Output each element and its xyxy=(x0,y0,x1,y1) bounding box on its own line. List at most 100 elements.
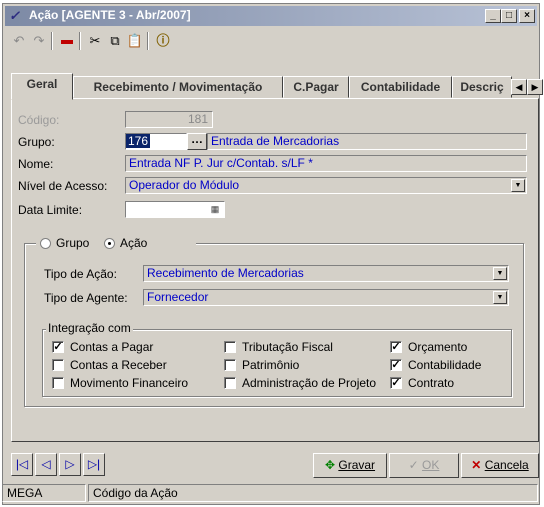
mega-logo-icon[interactable]: ✓ xyxy=(9,8,25,24)
undo-icon[interactable]: ↶ xyxy=(9,31,29,51)
previous-record-icon[interactable]: ◁ xyxy=(35,453,57,476)
codigo-field: 181 xyxy=(125,111,213,128)
redo-icon[interactable]: ↷ xyxy=(29,31,49,51)
tab-geral[interactable]: Geral xyxy=(11,73,73,100)
check-icon: ✓ xyxy=(53,341,63,353)
minimize-button[interactable]: _ xyxy=(485,9,501,23)
tab-label: Contabilidade xyxy=(360,80,441,94)
ok-check-icon: ✓ xyxy=(408,458,419,472)
nivel-acesso-value: Operador do Módulo xyxy=(129,178,240,192)
copy-icon[interactable]: ⧉ xyxy=(105,31,125,51)
mode-radio-group: Grupo Ação xyxy=(36,235,196,251)
calendar-icon[interactable]: ▦ xyxy=(208,203,222,216)
checkbox-label: Orçamento xyxy=(408,340,468,354)
gravar-button[interactable]: ✥ Gravar xyxy=(313,453,387,478)
radio-acao-label: Ação xyxy=(120,236,148,250)
tipo-agente-label: Tipo de Agente: xyxy=(44,291,128,305)
integracao-title: Integração com xyxy=(46,321,133,335)
gravar-icon: ✥ xyxy=(324,458,336,472)
chevron-down-icon[interactable]: ▼ xyxy=(493,267,507,280)
checkbox-patrimonio[interactable] xyxy=(224,359,236,371)
checkbox-label: Administração de Projeto xyxy=(242,376,377,390)
grupo-description: Entrada de Mercadorias xyxy=(207,133,527,150)
nome-label: Nome: xyxy=(18,157,54,171)
next-record-icon[interactable]: ▷ xyxy=(59,453,81,476)
first-record-icon[interactable]: |◁ xyxy=(11,453,33,476)
checkbox-label: Contas a Pagar xyxy=(70,340,154,354)
cut-icon[interactable]: ✂ xyxy=(85,31,105,51)
cancelar-label: Cancela xyxy=(484,458,529,472)
radio-grupo[interactable] xyxy=(40,238,51,249)
radio-acao[interactable] xyxy=(104,238,115,249)
tab-label: Recebimento / Movimentação xyxy=(93,80,263,94)
grupo-lookup-button[interactable]: … xyxy=(187,133,207,150)
checkbox-label: Movimento Financeiro xyxy=(70,376,189,390)
tab-label: C.Pagar xyxy=(293,80,339,94)
codigo-label: Código: xyxy=(18,113,60,127)
checkbox-label: Patrimônio xyxy=(242,358,300,372)
close-button[interactable]: × xyxy=(519,9,535,23)
maximize-button[interactable]: □ xyxy=(501,9,517,23)
ok-label: OK xyxy=(422,458,440,472)
grupo-value: 176 xyxy=(126,134,151,148)
tab-label: Geral xyxy=(26,77,58,91)
checkbox-movimento-financeiro[interactable] xyxy=(52,377,64,389)
check-icon: ✓ xyxy=(391,341,401,353)
checkbox-orcamento[interactable]: ✓ xyxy=(390,341,402,353)
toolbar-separator xyxy=(147,32,149,50)
status-hint: Código da Ação xyxy=(88,484,538,502)
tab-scroll-left-icon[interactable]: ◀ xyxy=(511,79,527,95)
tipo-acao-label: Tipo de Ação: xyxy=(44,267,117,281)
gravar-label: Gravar xyxy=(338,458,376,472)
check-icon: ✓ xyxy=(391,377,401,389)
window-title: Ação [AGENTE 3 - Abr/2007] xyxy=(29,8,191,22)
nivel-acesso-select[interactable]: Operador do Módulo ▼ xyxy=(125,177,527,194)
tipo-agente-select[interactable]: Fornecedor ▼ xyxy=(143,289,509,306)
nivel-acesso-label: Nível de Acesso: xyxy=(18,179,108,193)
checkbox-label: Contabilidade xyxy=(408,358,482,372)
data-limite-label: Data Limite: xyxy=(18,203,83,217)
cancelar-button[interactable]: ✕ Cancela xyxy=(461,453,539,478)
main-window: ✓ Ação [AGENTE 3 - Abr/2007] _ □ × ↶ ↷ ✂… xyxy=(2,3,543,505)
info-icon[interactable]: ⓘ xyxy=(153,31,173,51)
checkbox-contas-pagar[interactable]: ✓ xyxy=(52,341,64,353)
record-navigator: |◁ ◁ ▷ ▷| xyxy=(11,453,107,478)
checkbox-administracao-projeto[interactable] xyxy=(224,377,236,389)
tab-panel-geral: Código: 181 Grupo: 176 … Entrada de Merc… xyxy=(11,98,539,442)
nome-field[interactable]: Entrada NF P. Jur c/Contab. s/LF * xyxy=(125,155,527,172)
paste-icon[interactable]: 📋 xyxy=(125,31,145,51)
toolbar-separator xyxy=(51,32,53,50)
chevron-down-icon[interactable]: ▼ xyxy=(493,291,507,304)
checkbox-label: Contrato xyxy=(408,376,455,390)
chevron-down-icon[interactable]: ▼ xyxy=(511,179,525,192)
tipo-agente-value: Fornecedor xyxy=(147,290,209,304)
check-icon: ✓ xyxy=(391,359,401,371)
checkbox-label: Contas a Receber xyxy=(70,358,167,372)
tab-descricao[interactable]: Descriç xyxy=(452,76,512,98)
tab-scroll-right-icon[interactable]: ▶ xyxy=(527,79,543,95)
status-bar: MEGA Código da Ação xyxy=(2,484,538,502)
tab-label: Descriç xyxy=(460,80,504,94)
checkbox-tributacao-fiscal[interactable] xyxy=(224,341,236,353)
checkbox-label: Tributação Fiscal xyxy=(242,340,333,354)
ok-button[interactable]: ✓ OK xyxy=(389,453,459,478)
last-record-icon[interactable]: ▷| xyxy=(83,453,105,476)
checkbox-contabilidade[interactable]: ✓ xyxy=(390,359,402,371)
toolbar-separator xyxy=(79,32,81,50)
cancel-x-icon: ✕ xyxy=(471,458,482,472)
tab-cpagar[interactable]: C.Pagar xyxy=(283,76,349,98)
checkbox-contas-receber[interactable] xyxy=(52,359,64,371)
delete-icon[interactable] xyxy=(57,31,77,51)
status-module: MEGA xyxy=(2,484,86,502)
title-bar[interactable]: ✓ Ação [AGENTE 3 - Abr/2007] _ □ × xyxy=(5,6,537,26)
tipo-acao-select[interactable]: Recebimento de Mercadorias ▼ xyxy=(143,265,509,282)
tab-contabilidade[interactable]: Contabilidade xyxy=(349,76,452,98)
tab-recebimento-movimentacao[interactable]: Recebimento / Movimentação xyxy=(73,76,283,98)
bottom-bar: |◁ ◁ ▷ ▷| ✥ Gravar ✓ OK ✕ Cancela xyxy=(11,453,539,478)
toolbar: ↶ ↷ ✂ ⧉ 📋 ⓘ xyxy=(7,29,207,53)
tab-strip: Geral Recebimento / Movimentação C.Pagar… xyxy=(11,73,543,100)
grupo-label: Grupo: xyxy=(18,135,55,149)
radio-grupo-label: Grupo xyxy=(56,236,90,250)
grupo-field[interactable]: 176 xyxy=(125,133,187,150)
checkbox-contrato[interactable]: ✓ xyxy=(390,377,402,389)
